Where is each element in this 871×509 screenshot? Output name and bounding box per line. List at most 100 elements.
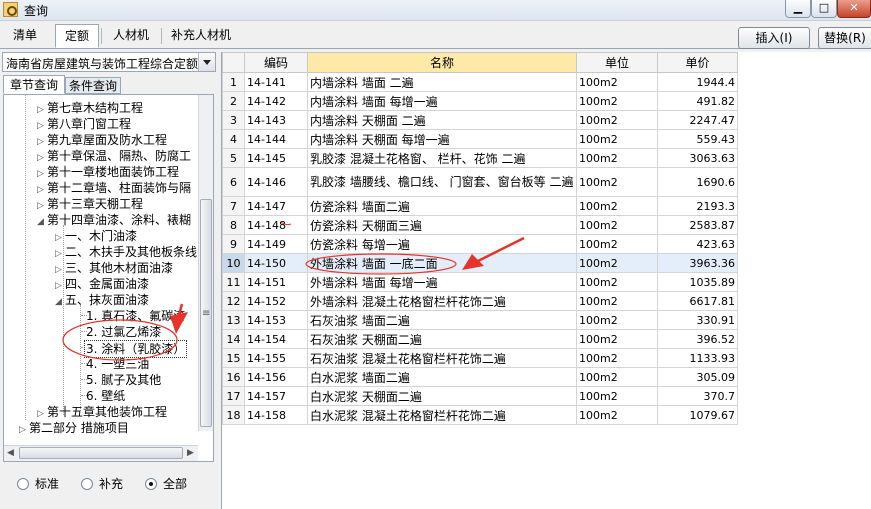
insert-button[interactable]: 插入(I) xyxy=(738,27,810,49)
tree-leaf[interactable]: 4. 一塑三油 xyxy=(86,356,149,372)
tree-leaf[interactable]: 6. 壁纸 xyxy=(86,388,125,404)
cell-unit: 100m2 xyxy=(576,253,658,273)
tree-node[interactable]: ▷ 第七章木结构工程 xyxy=(37,100,143,116)
cell-unit: 100m2 xyxy=(576,72,658,92)
cell-price: 491.82 xyxy=(657,91,738,111)
scroll-thumb[interactable] xyxy=(19,447,183,459)
cell-name: 白水泥浆 天棚面二遍 xyxy=(307,386,577,406)
table-row-selected[interactable]: 10 14-150 外墙涂料 墙面 一底二面 100m2 3963.36 xyxy=(222,253,738,273)
filter-standard-radio[interactable]: 标准 xyxy=(17,477,67,491)
app-icon xyxy=(3,2,18,17)
cell-unit: 100m2 xyxy=(576,310,658,330)
tab-separator xyxy=(101,28,102,44)
tree-node[interactable]: ▷ 一、木门油漆 xyxy=(55,228,137,244)
maximize-button[interactable]: □ xyxy=(811,0,837,18)
tree-node[interactable]: ▷ 第十章保温、隔热、防腐工 xyxy=(37,148,191,164)
tab-quota[interactable]: 定额 xyxy=(55,24,99,48)
cell-code: 14-158 xyxy=(244,405,308,425)
tree-node[interactable]: ▷ 三、其他木材面油漆 xyxy=(55,260,173,276)
quota-library-select[interactable]: 海南省房屋建筑与装饰工程综合定额 xyxy=(2,52,216,72)
tree-node[interactable]: ▷ 第十五章其他装饰工程 xyxy=(37,404,167,420)
table-row[interactable]: 9 14-149 仿瓷涂料 每增一遍 100m2 423.63 xyxy=(222,234,738,254)
table-row[interactable]: 2 14-142 内墙涂料 墙面 每增一遍 100m2 491.82 xyxy=(222,91,738,111)
cell-name: 外墙涂料 墙面 每增一遍 xyxy=(307,272,577,292)
cell-name: 仿瓷涂料 每增一遍 xyxy=(307,234,577,254)
table-row[interactable]: 15 14-155 石灰油浆 混凝土花格窗栏杆花饰二遍 100m2 1133.93 xyxy=(222,348,738,368)
row-number: 17 xyxy=(222,386,245,406)
tree-node[interactable]: ▷ 第十二章墙、柱面装饰与隔 xyxy=(37,180,191,196)
table-row[interactable]: 18 14-158 白水泥浆 混凝土花格窗栏杆花饰二遍 100m2 1079.67 xyxy=(222,405,738,425)
column-header-unit[interactable]: 单位 xyxy=(576,52,658,73)
tree-leaf[interactable]: 5. 腻子及其他 xyxy=(86,372,161,388)
table-row[interactable]: 16 14-156 白水泥浆 墙面二遍 100m2 305.09 xyxy=(222,367,738,387)
column-header-code[interactable]: 编码 xyxy=(244,52,308,73)
tree-leaf[interactable]: 2. 过氯乙烯漆 xyxy=(86,324,161,340)
collapse-icon[interactable]: ◢ xyxy=(55,294,65,310)
tab-supplementary-lmm[interactable]: 补充人材机 xyxy=(165,24,237,46)
collapse-icon[interactable]: ◢ xyxy=(37,214,47,230)
table-row[interactable]: 5 14-145 乳胶漆 混凝土花格窗、 栏杆、花饰 二遍 100m2 3063.63 xyxy=(222,148,738,168)
tree-node-label: 第八章门窗工程 xyxy=(47,117,132,131)
tree-node[interactable]: ▷ 第十一章楼地面装饰工程 xyxy=(37,164,179,180)
scroll-left-icon[interactable]: ◀ xyxy=(7,448,14,458)
cell-code: 14-151 xyxy=(244,272,308,292)
quota-table: 编码 名称 单位 单价 1 14-141 内墙涂料 墙面 二遍 100m2 1944.4… xyxy=(222,52,738,425)
cell-name: 乳胶漆 墙腰线、檐口线、 门窗套、窗台板等 二遍 xyxy=(307,167,577,197)
table-row[interactable]: 13 14-153 石灰油浆 墙面二遍 100m2 330.91 xyxy=(222,310,738,330)
table-row[interactable]: 8 14-148 仿瓷涂料 天棚面三遍 100m2 2583.87 xyxy=(222,215,738,235)
table-row[interactable]: 1 14-141 内墙涂料 墙面 二遍 100m2 1944.4 xyxy=(222,72,738,92)
cell-price: 1079.67 xyxy=(657,405,738,425)
filter-all-radio[interactable]: 全部 xyxy=(145,477,195,491)
chevron-down-icon[interactable] xyxy=(198,53,215,71)
row-number: 12 xyxy=(222,291,245,311)
close-button[interactable]: ✕ xyxy=(837,0,871,18)
tree-node[interactable]: ◢ 第十四章油漆、涂料、裱糊 xyxy=(37,212,191,228)
scroll-right-icon[interactable]: ▶ xyxy=(187,448,194,458)
tree-node[interactable]: ▷ 第八章门窗工程 xyxy=(37,116,131,132)
replace-button[interactable]: 替换(R) xyxy=(818,27,871,49)
row-number: 5 xyxy=(222,148,245,168)
table-row[interactable]: 12 14-152 外墙涂料 混凝土花格窗栏杆花饰二遍 100m2 6617.81 xyxy=(222,291,738,311)
cell-price: 370.7 xyxy=(657,386,738,406)
tree-node-label: 4. 一塑三油 xyxy=(86,357,150,371)
table-row[interactable]: 3 14-143 内墙涂料 天棚面 二遍 100m2 2247.47 xyxy=(222,110,738,130)
filter-supplement-radio[interactable]: 补充 xyxy=(81,477,131,491)
tree-horizontal-scrollbar[interactable]: ◀ ▶ xyxy=(4,445,198,461)
tab-bill[interactable]: 清单 xyxy=(2,24,48,46)
tree-node[interactable]: ▷ 二、木扶手及其他板条线 xyxy=(55,244,197,260)
cell-name: 内墙涂料 天棚面 每增一遍 xyxy=(307,129,577,149)
tree-node-label: 3. 涂料（乳胶漆） xyxy=(86,342,186,356)
scroll-thumb[interactable] xyxy=(200,199,212,427)
maximize-icon: □ xyxy=(818,1,830,14)
tree-node[interactable]: ◢ 五、抹灰面油漆 xyxy=(55,292,149,308)
table-row[interactable]: 17 14-157 白水泥浆 天棚面二遍 100m2 370.7 xyxy=(222,386,738,406)
cell-price: 1690.6 xyxy=(657,167,738,197)
tree-node[interactable]: ▷ 四、金属面油漆 xyxy=(55,276,149,292)
cell-name: 石灰油浆 墙面二遍 xyxy=(307,310,577,330)
minimize-button[interactable]: ▁ xyxy=(785,0,811,18)
cell-name: 内墙涂料 天棚面 二遍 xyxy=(307,110,577,130)
cell-price: 2247.47 xyxy=(657,110,738,130)
table-row[interactable]: 6 14-146 乳胶漆 墙腰线、檐口线、 门窗套、窗台板等 二遍 100m2 1690… xyxy=(222,167,738,197)
row-number: 4 xyxy=(222,129,245,149)
tab-condition-query[interactable]: 条件查询 xyxy=(65,77,121,94)
cell-code: 14-141 xyxy=(244,72,308,92)
tab-chapter-query[interactable]: 章节查询 xyxy=(3,75,65,94)
tree-vertical-scrollbar[interactable] xyxy=(198,95,213,431)
tree-node[interactable]: ▷ 第十三章天棚工程 xyxy=(37,196,143,212)
table-row[interactable]: 4 14-144 内墙涂料 天棚面 每增一遍 100m2 559.43 xyxy=(222,129,738,149)
tab-labor-material-machine[interactable]: 人材机 xyxy=(105,24,157,46)
table-row[interactable]: 7 14-147 仿瓷涂料 墙面二遍 100m2 2193.3 xyxy=(222,196,738,216)
tree-node[interactable]: ▷ 第二部分 措施项目 xyxy=(19,420,129,436)
cell-unit: 100m2 xyxy=(576,167,658,197)
tree-node-label: 第十一章楼地面装饰工程 xyxy=(47,165,180,179)
cell-name: 仿瓷涂料 墙面二遍 xyxy=(307,196,577,216)
table-row[interactable]: 14 14-154 石灰油浆 天棚面二遍 100m2 396.52 xyxy=(222,329,738,349)
column-header-name[interactable]: 名称 xyxy=(307,52,577,73)
column-header-price[interactable]: 单价 xyxy=(657,52,738,73)
table-row[interactable]: 11 14-151 外墙涂料 墙面 每增一遍 100m2 1035.89 xyxy=(222,272,738,292)
tree-leaf[interactable]: 1. 真石漆、氟碳漆 xyxy=(86,308,185,324)
cell-price: 2583.87 xyxy=(657,215,738,235)
tree-node[interactable]: ▷ 第九章屋面及防水工程 xyxy=(37,132,167,148)
expand-icon[interactable]: ▷ xyxy=(19,422,29,438)
